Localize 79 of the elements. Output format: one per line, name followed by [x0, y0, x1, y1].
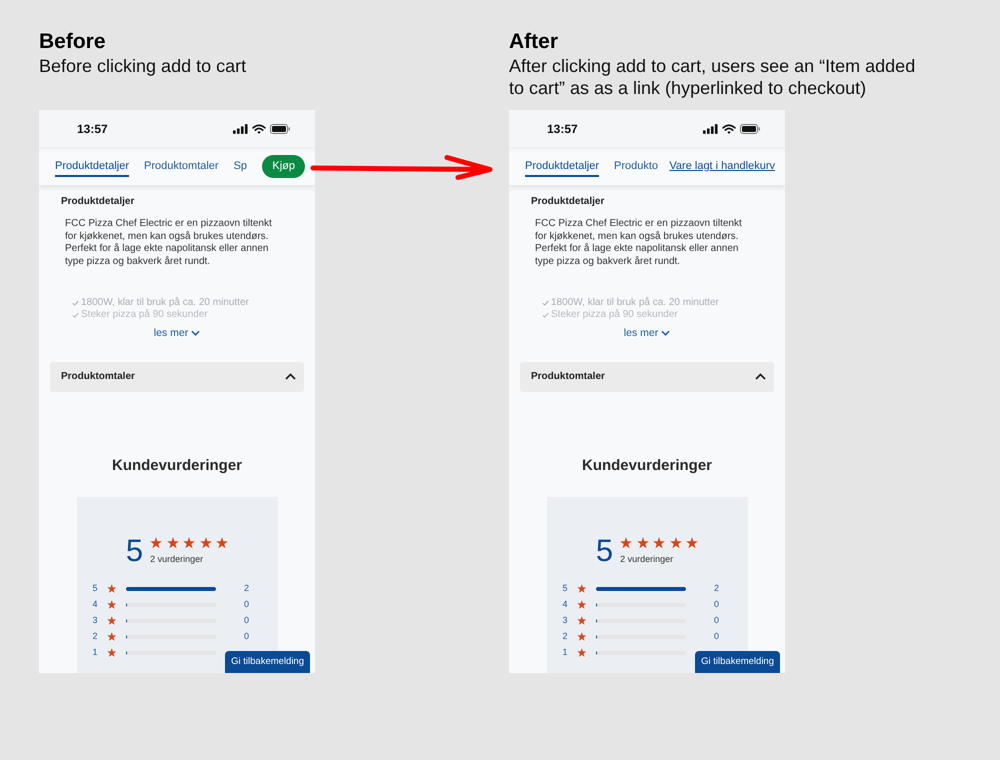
star-icon — [670, 537, 682, 549]
star-icon — [183, 537, 196, 549]
star-icon — [106, 584, 116, 594]
feature-text: Steker pizza på 90 sekunder — [551, 308, 678, 321]
rating-level-label: 5 — [562, 583, 569, 594]
battery-icon — [270, 124, 290, 134]
rating-count: 2 — [244, 583, 250, 594]
star-icon — [216, 537, 228, 549]
battery-icon — [740, 124, 760, 134]
star-icon — [576, 600, 586, 610]
rating-level-label: 5 — [92, 583, 99, 594]
rating-score: 5 — [596, 534, 614, 567]
rating-level-label: 1 — [562, 647, 569, 658]
signal-icon — [233, 124, 248, 134]
star-icon — [106, 632, 116, 642]
rating-count: 0 — [714, 615, 720, 626]
accordion-header[interactable]: Produktomtaler — [50, 362, 304, 392]
tab[interactable]: Produktomtaler — [144, 156, 219, 176]
ratings-heading: Kundevurderinger — [582, 456, 712, 476]
tab[interactable]: Sp — [234, 156, 248, 176]
rating-level-label: 4 — [92, 599, 99, 610]
panel-caption: Before clicking add to cart — [39, 55, 248, 77]
star-icon — [166, 537, 179, 549]
rating-level-label: 1 — [92, 647, 99, 658]
feature-text: 1800W, klar til bruk på ca. 20 minutter — [81, 296, 249, 309]
rating-level-label: 4 — [562, 599, 569, 610]
star-icon — [576, 648, 586, 658]
tab[interactable]: Produkto — [614, 156, 658, 176]
status-time: 13:57 — [77, 122, 108, 136]
rating-count-label: 2 vurderinger — [620, 552, 674, 565]
star-icon — [576, 584, 586, 594]
star-icon — [576, 616, 586, 626]
chevron-down-icon — [661, 330, 670, 336]
rating-level-label: 3 — [92, 615, 99, 626]
rating-level-label: 2 — [92, 631, 99, 642]
rating-count: 0 — [714, 599, 720, 610]
rating-count: 0 — [244, 599, 250, 610]
rating-count: 2 — [714, 583, 720, 594]
rating-level-label: 2 — [562, 631, 569, 642]
wifi-icon — [722, 124, 736, 134]
wifi-icon — [252, 124, 266, 134]
star-icon — [636, 537, 649, 549]
product-description: FCC Pizza Chef Electric er en pizzaovn tiltenkt for kjøkkenet, men kan også brukes utendørs. Perfekt for å lage ekte napolitansk eller annen type pizza og bakverk året rundt. — [65, 218, 273, 269]
read-more-link[interactable]: les mer — [154, 326, 200, 340]
star-icon — [576, 632, 586, 642]
rating-score: 5 — [126, 534, 144, 567]
section-heading: Produktdetaljer — [531, 195, 604, 208]
ratings-heading: Kundevurderinger — [112, 456, 242, 476]
signal-icon — [703, 124, 718, 134]
status-time: 13:57 — [547, 122, 578, 136]
read-more-link[interactable]: les mer — [624, 326, 670, 340]
section-heading: Produktdetaljer — [61, 195, 134, 208]
tab[interactable]: Produktdetaljer — [525, 156, 599, 176]
feedback-button[interactable]: Gi tilbakemelding — [225, 651, 310, 673]
buy-button[interactable]: Kjøp — [262, 154, 305, 178]
feedback-button[interactable]: Gi tilbakemelding — [695, 651, 780, 673]
tab[interactable]: Produktdetaljer — [55, 156, 129, 176]
product-description: FCC Pizza Chef Electric er en pizzaovn tiltenkt for kjøkkenet, men kan også brukes utendørs. Perfekt for å lage ekte napolitansk eller annen type pizza og bakverk året rundt. — [535, 218, 743, 269]
rating-count: 0 — [244, 631, 250, 642]
panel-title: After — [509, 29, 560, 55]
feature-text: 1800W, klar til bruk på ca. 20 minutter — [551, 296, 719, 309]
rating-count: 0 — [244, 615, 250, 626]
star-icon — [620, 537, 632, 549]
star-icon — [200, 537, 212, 549]
star-icon — [653, 537, 666, 549]
star-icon — [106, 616, 116, 626]
star-icon — [686, 537, 698, 549]
star-icon — [106, 600, 116, 610]
star-icon — [150, 537, 162, 549]
rating-count-label: 2 vurderinger — [150, 552, 204, 565]
feature-text: Steker pizza på 90 sekunder — [81, 308, 208, 321]
panel-title: Before — [39, 29, 107, 55]
cart-link[interactable]: Vare lagt i handlekurv — [669, 160, 775, 172]
star-icon — [106, 648, 116, 658]
rating-level-label: 3 — [562, 615, 569, 626]
panel-caption: After clicking add to cart, users see an “Item added to cart” as as a link (hyperlinked to checkout) — [509, 55, 916, 99]
rating-count: 0 — [714, 631, 720, 642]
chevron-down-icon — [191, 330, 200, 336]
accordion-header[interactable]: Produktomtaler — [520, 362, 774, 392]
